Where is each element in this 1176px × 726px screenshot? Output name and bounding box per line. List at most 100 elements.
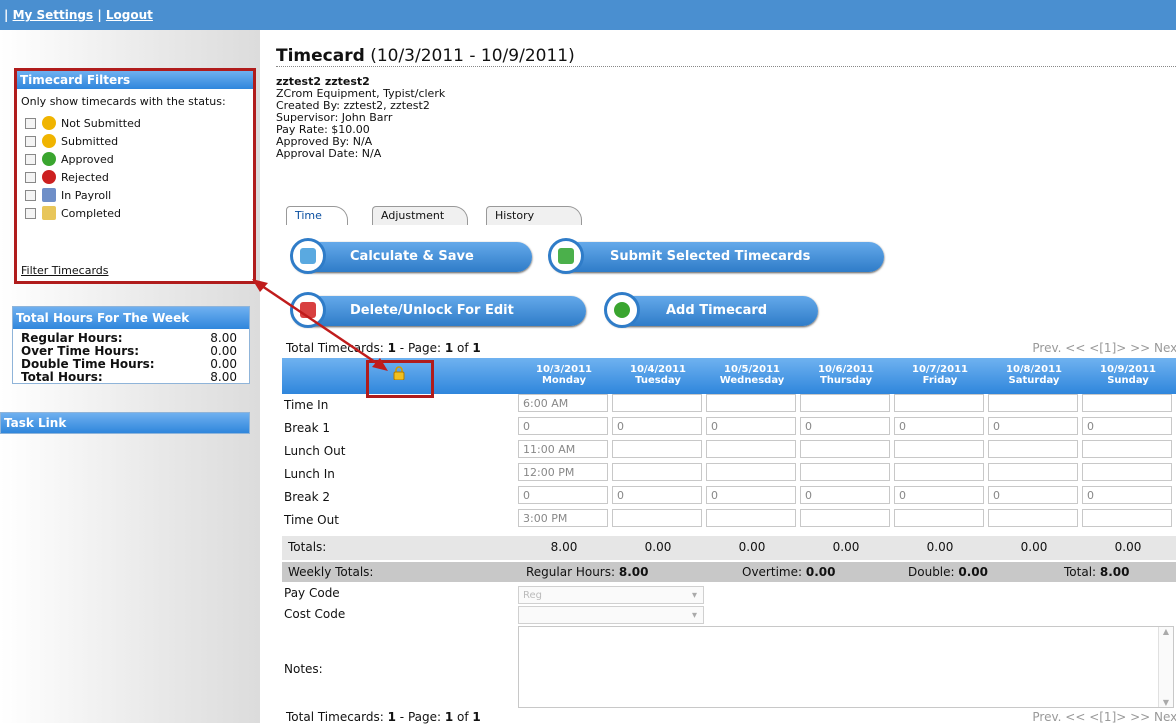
tab-history[interactable]: History <box>486 206 582 225</box>
time-input[interactable] <box>1082 440 1172 458</box>
time-input[interactable] <box>800 463 890 481</box>
notes-textarea[interactable]: ▲ ▼ <box>518 626 1174 708</box>
day-date: 10/5/2011 <box>723 364 780 375</box>
filter-checkbox[interactable] <box>25 135 36 147</box>
time-input[interactable] <box>612 394 702 412</box>
day-date: 10/7/2011 <box>911 364 968 375</box>
filter-checkbox[interactable] <box>25 117 36 129</box>
day-name: Sunday <box>1107 375 1149 386</box>
time-input[interactable] <box>1082 394 1172 412</box>
pager-nav[interactable]: Prev. << <[1]> >> Next <box>1032 710 1176 724</box>
time-input[interactable] <box>988 509 1078 527</box>
tab-time[interactable]: Time <box>286 206 348 225</box>
filter-checkbox[interactable] <box>25 189 36 201</box>
time-input[interactable] <box>894 463 984 481</box>
total-value: 0.00 <box>832 540 860 554</box>
time-input[interactable] <box>800 509 890 527</box>
time-input[interactable]: 0 <box>894 417 984 435</box>
page-title: Timecard (10/3/2011 - 10/9/2011) <box>276 46 575 66</box>
document-icon <box>42 188 56 202</box>
time-input[interactable] <box>800 394 890 412</box>
total-hours-panel: Total Hours For The Week Regular Hours: 8… <box>12 306 250 384</box>
filter-label: Submitted <box>61 134 119 148</box>
pay-code-select[interactable]: Reg <box>518 586 704 605</box>
time-input[interactable] <box>706 394 796 412</box>
top-navigation-bar: | My Settings | Logout <box>0 0 1176 30</box>
time-input[interactable]: 0 <box>612 417 702 435</box>
day-date: 10/3/2011 <box>535 364 592 375</box>
scroll-up-icon[interactable]: ▲ <box>1159 627 1173 636</box>
filter-checkbox[interactable] <box>25 207 36 219</box>
filter-label: Completed <box>61 206 121 220</box>
filter-item[interactable]: Completed <box>17 204 253 222</box>
time-input[interactable] <box>706 440 796 458</box>
submit-selected-timecards-button[interactable]: Submit Selected Timecards <box>548 238 884 274</box>
task-link-panel[interactable]: Task Link <box>0 412 250 434</box>
time-input[interactable] <box>988 440 1078 458</box>
time-input[interactable]: 12:00 PM <box>518 463 608 481</box>
time-input[interactable] <box>894 394 984 412</box>
panel-title: Total Hours For The Week <box>13 307 249 329</box>
add-timecard-button[interactable]: Add Timecard <box>604 292 818 328</box>
panel-title: Task Link <box>1 413 249 433</box>
time-input[interactable]: 0 <box>800 417 890 435</box>
time-input[interactable]: 0 <box>1082 417 1172 435</box>
total-value: 0.00 <box>1114 540 1142 554</box>
time-input[interactable]: 0 <box>988 486 1078 504</box>
filter-label: Not Submitted <box>61 116 141 130</box>
time-input[interactable] <box>988 463 1078 481</box>
weekly-total: Total: 8.00 <box>1064 565 1130 579</box>
separator: | <box>4 8 13 22</box>
day-name: Thursday <box>819 375 873 386</box>
time-input[interactable] <box>612 463 702 481</box>
pager-nav[interactable]: Prev. << <[1]> >> Next <box>1032 341 1176 355</box>
time-input[interactable]: 0 <box>518 486 608 504</box>
tab-adjustment[interactable]: Adjustment <box>372 206 468 225</box>
logout-link[interactable]: Logout <box>106 8 153 22</box>
time-input[interactable] <box>894 509 984 527</box>
time-input[interactable] <box>612 440 702 458</box>
time-input[interactable] <box>800 440 890 458</box>
filter-item[interactable]: Approved <box>17 150 253 168</box>
time-input[interactable]: 11:00 AM <box>518 440 608 458</box>
cost-code-select[interactable] <box>518 606 704 625</box>
employee-info: zztest2 zztest2 ZCrom Equipment, Typist/… <box>276 76 445 160</box>
time-input[interactable]: 0 <box>1082 486 1172 504</box>
time-input[interactable]: 3:00 PM <box>518 509 608 527</box>
filter-checkbox[interactable] <box>25 153 36 165</box>
submit-icon <box>548 238 584 274</box>
time-input[interactable] <box>706 463 796 481</box>
my-settings-link[interactable]: My Settings <box>13 8 94 22</box>
time-input[interactable]: 0 <box>706 417 796 435</box>
time-input[interactable]: 0 <box>800 486 890 504</box>
calculate-save-button[interactable]: Calculate & Save <box>290 238 532 274</box>
filter-item[interactable]: In Payroll <box>17 186 253 204</box>
time-input[interactable] <box>1082 509 1172 527</box>
time-input[interactable]: 0 <box>894 486 984 504</box>
time-input[interactable] <box>612 509 702 527</box>
delete-unlock-button[interactable]: Delete/Unlock For Edit <box>290 292 586 328</box>
date-range: (10/3/2011 - 10/9/2011) <box>370 46 575 66</box>
filter-description: Only show timecards with the status: <box>21 95 226 108</box>
notes-scrollbar[interactable]: ▲ ▼ <box>1158 627 1173 707</box>
pay-code-label: Pay Code <box>284 586 340 600</box>
time-input[interactable] <box>894 440 984 458</box>
time-input[interactable]: 6:00 AM <box>518 394 608 412</box>
filter-item[interactable]: Rejected <box>17 168 253 186</box>
account-links: | My Settings | Logout <box>4 8 153 22</box>
day-date: 10/8/2011 <box>1005 364 1062 375</box>
row-label: Break 1 <box>284 421 331 435</box>
time-input[interactable]: 0 <box>988 417 1078 435</box>
time-input[interactable]: 0 <box>706 486 796 504</box>
scroll-down-icon[interactable]: ▼ <box>1159 698 1173 707</box>
weekly-label: Weekly Totals: <box>288 565 374 579</box>
time-input[interactable]: 0 <box>612 486 702 504</box>
filter-item[interactable]: Not Submitted <box>17 114 253 132</box>
filter-timecards-link[interactable]: Filter Timecards <box>21 264 109 277</box>
time-input[interactable] <box>1082 463 1172 481</box>
time-input[interactable]: 0 <box>518 417 608 435</box>
filter-item[interactable]: Submitted <box>17 132 253 150</box>
time-input[interactable] <box>706 509 796 527</box>
filter-checkbox[interactable] <box>25 171 36 183</box>
time-input[interactable] <box>988 394 1078 412</box>
